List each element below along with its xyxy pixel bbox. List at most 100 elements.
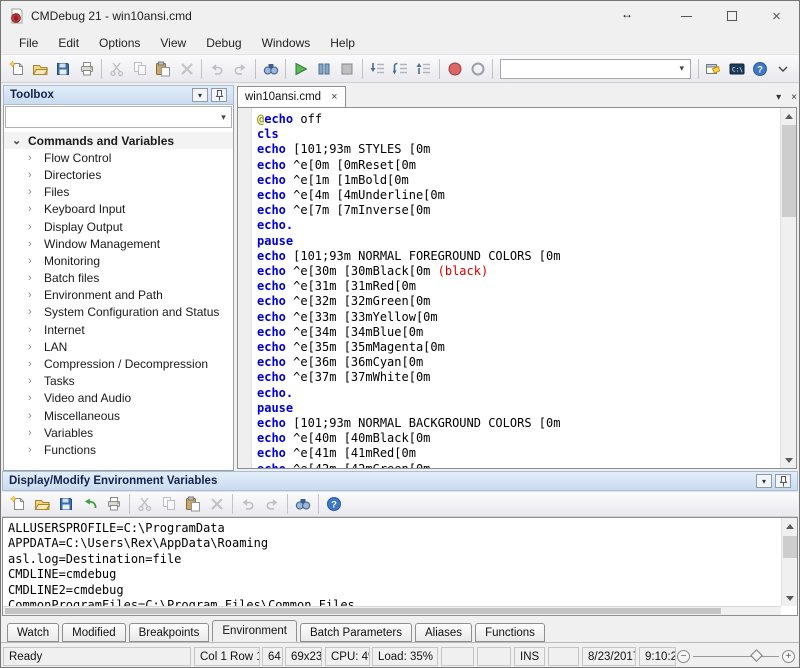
main-step-over-button[interactable] <box>389 57 412 81</box>
env-find-button[interactable] <box>291 492 315 516</box>
main-redo-button[interactable] <box>229 57 252 81</box>
environment-variables-list[interactable]: ALLUSERSPROFILE=C:\ProgramDataAPPDATA=C:… <box>3 518 781 606</box>
code-line[interactable]: echo ^e[0m [0mReset[0m <box>257 158 780 173</box>
main-help-button[interactable]: ? <box>748 57 771 81</box>
menu-windows[interactable]: Windows <box>252 33 321 53</box>
environment-vertical-scrollbar[interactable] <box>781 518 797 606</box>
code-line[interactable]: echo ^e[36m [36mCyan[0m <box>257 355 780 370</box>
toolbox-item-environment-and-path[interactable]: ›Environment and Path <box>4 287 233 304</box>
code-line[interactable]: echo ^e[7m [7mInverse[0m <box>257 203 780 218</box>
toolbox-menu-button[interactable]: ▾ <box>192 88 208 102</box>
zoom-slider[interactable] <box>693 656 779 657</box>
main-find-button[interactable] <box>259 57 282 81</box>
main-toggle-breakpoint-button[interactable] <box>466 57 489 81</box>
main-command-prompt-button[interactable]: C:\ <box>725 57 748 81</box>
env-print-button[interactable] <box>102 492 126 516</box>
scroll-down-icon[interactable] <box>781 452 797 468</box>
bottom-tab-aliases[interactable]: Aliases <box>415 623 472 642</box>
env-redo-button[interactable] <box>260 492 284 516</box>
toolbox-item-miscellaneous[interactable]: ›Miscellaneous <box>4 407 233 424</box>
bottom-tab-batch-parameters[interactable]: Batch Parameters <box>300 623 412 642</box>
env-variable-line[interactable]: CMDLINE=cmdebug <box>8 567 781 582</box>
code-line[interactable]: echo [101;93m NORMAL FOREGROUND COLORS [… <box>257 249 780 264</box>
env-variable-line[interactable]: CommonProgramFiles=C:\Program Files\Comm… <box>8 598 781 606</box>
main-command-combobox[interactable]: ▾ <box>500 59 690 79</box>
code-line[interactable]: echo ^e[35m [35mMagenta[0m <box>257 340 780 355</box>
toolbox-item-compression-decompression[interactable]: ›Compression / Decompression <box>4 355 233 372</box>
main-cut-button[interactable] <box>105 57 128 81</box>
code-line[interactable]: echo ^e[4m [4mUnderline[0m <box>257 188 780 203</box>
scroll-down-icon[interactable] <box>782 590 798 606</box>
env-open-file-button[interactable] <box>30 492 54 516</box>
env-undo-button[interactable] <box>236 492 260 516</box>
code-line[interactable]: echo. <box>257 386 780 401</box>
toolbox-filter-combobox[interactable]: ▾ <box>5 106 232 128</box>
environment-pin-button[interactable] <box>775 474 791 488</box>
code-editor[interactable]: @echo offclsecho [101;93m STYLES [0mecho… <box>237 107 797 469</box>
code-line[interactable]: pause <box>257 401 780 416</box>
zoom-in-icon[interactable]: + <box>782 650 795 663</box>
main-undo-button[interactable] <box>205 57 228 81</box>
main-delete-button[interactable] <box>175 57 198 81</box>
close-button[interactable]: × <box>754 1 799 31</box>
environment-horizontal-scrollbar[interactable] <box>3 606 781 615</box>
main-open-file-button[interactable] <box>28 57 51 81</box>
menu-edit[interactable]: Edit <box>48 33 89 53</box>
menu-debug[interactable]: Debug <box>196 33 251 53</box>
maximize-button[interactable] <box>709 1 754 31</box>
env-copy-button[interactable] <box>157 492 181 516</box>
main-record-button[interactable] <box>443 57 466 81</box>
toolbox-item-lan[interactable]: ›LAN <box>4 338 233 355</box>
env-delete-button[interactable] <box>205 492 229 516</box>
main-save-file-button[interactable] <box>52 57 75 81</box>
env-help-button[interactable]: ? <box>322 492 346 516</box>
toolbox-item-window-management[interactable]: ›Window Management <box>4 235 233 252</box>
toolbox-item-variables[interactable]: ›Variables <box>4 424 233 441</box>
main-step-out-button[interactable] <box>413 57 436 81</box>
menu-file[interactable]: File <box>9 33 48 53</box>
main-stop-button[interactable] <box>336 57 359 81</box>
toolbox-item-flow-control[interactable]: ›Flow Control <box>4 149 233 166</box>
main-paste-button[interactable] <box>152 57 175 81</box>
code-line[interactable]: echo ^e[42m [42mGreen[0m <box>257 462 780 468</box>
code-line[interactable]: pause <box>257 234 780 249</box>
toolbox-item-directories[interactable]: ›Directories <box>4 166 233 183</box>
minimize-button[interactable] <box>664 1 709 31</box>
main-window-options-button[interactable] <box>702 57 725 81</box>
editor-scroll-thumb[interactable] <box>782 125 796 217</box>
toolbox-pin-button[interactable] <box>211 88 227 102</box>
env-revert-button[interactable] <box>78 492 102 516</box>
main-print-button[interactable] <box>75 57 98 81</box>
code-line[interactable]: echo ^e[1m [1mBold[0m <box>257 173 780 188</box>
toolbox-item-batch-files[interactable]: ›Batch files <box>4 270 233 287</box>
code-line[interactable]: echo ^e[37m [37mWhite[0m <box>257 370 780 385</box>
tab-list-chevron-icon[interactable]: ▾ <box>776 92 781 103</box>
code-line[interactable]: echo ^e[30m [30mBlack[0m (black) <box>257 264 780 279</box>
toolbox-item-tasks[interactable]: ›Tasks <box>4 373 233 390</box>
code-line[interactable]: echo ^e[40m [40mBlack[0m <box>257 431 780 446</box>
toolbox-item-internet[interactable]: ›Internet <box>4 321 233 338</box>
menu-options[interactable]: Options <box>89 33 150 53</box>
code-line[interactable]: cls <box>257 127 780 142</box>
toolbox-item-functions[interactable]: ›Functions <box>4 441 233 458</box>
code-line[interactable]: echo [101;93m NORMAL BACKGROUND COLORS [… <box>257 416 780 431</box>
main-run-button[interactable] <box>289 57 312 81</box>
tab-close-icon[interactable]: × <box>331 91 337 103</box>
environment-scroll-thumb[interactable] <box>783 536 797 558</box>
tab-bar-close-icon[interactable]: × <box>791 92 797 103</box>
code-line[interactable]: echo ^e[41m [41mRed[0m <box>257 446 780 461</box>
zoom-out-icon[interactable]: − <box>677 650 690 663</box>
scroll-up-icon[interactable] <box>782 518 798 534</box>
main-overflow-chevron-button[interactable] <box>772 57 795 81</box>
bottom-tab-breakpoints[interactable]: Breakpoints <box>129 623 210 642</box>
main-new-file-button[interactable] <box>5 57 28 81</box>
code-line[interactable]: echo ^e[32m [32mGreen[0m <box>257 294 780 309</box>
toolbox-item-keyboard-input[interactable]: ›Keyboard Input <box>4 201 233 218</box>
main-step-into-button[interactable] <box>366 57 389 81</box>
bottom-tab-functions[interactable]: Functions <box>475 623 545 642</box>
env-variable-line[interactable]: CMDLINE2=cmdebug <box>8 583 781 598</box>
editor-vertical-scrollbar[interactable] <box>780 108 796 468</box>
toolbox-item-commands-and-variables[interactable]: ⌄Commands and Variables <box>4 132 233 149</box>
toolbox-item-display-output[interactable]: ›Display Output <box>4 218 233 235</box>
toolbox-item-video-and-audio[interactable]: ›Video and Audio <box>4 390 233 407</box>
